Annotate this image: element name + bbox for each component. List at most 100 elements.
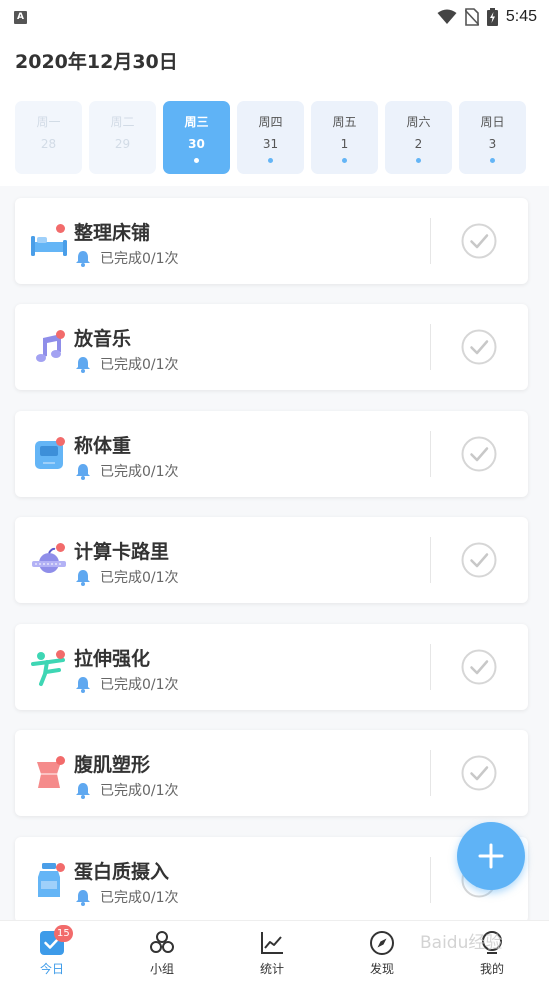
plus-icon (478, 843, 504, 869)
task-card-make-bed[interactable]: 整理床铺 已完成0/1次 (15, 198, 528, 284)
day-thursday[interactable]: 周四 31 (237, 101, 304, 174)
unread-dot (56, 224, 65, 233)
divider (430, 644, 431, 690)
unread-dot (56, 543, 65, 552)
task-progress-text: 已完成0/1次 (100, 783, 179, 799)
unread-dot (56, 437, 65, 446)
check-circle-icon[interactable] (461, 329, 497, 365)
task-progress-text: 已完成0/1次 (100, 251, 179, 267)
divider (430, 537, 431, 583)
divider (430, 431, 431, 477)
check-circle-icon[interactable] (461, 542, 497, 578)
tab-label: 小组 (149, 962, 174, 976)
day-number: 31 (262, 137, 279, 151)
check-circle-icon[interactable] (461, 755, 497, 791)
bell-icon (76, 463, 90, 480)
no-sim-icon (464, 8, 479, 26)
bell-icon (76, 569, 90, 586)
task-card-abs-shaping[interactable]: 腹肌塑形 已完成0/1次 (15, 730, 528, 816)
tab-label: 我的 (479, 962, 504, 976)
check-circle-icon[interactable] (461, 436, 497, 472)
day-monday[interactable]: 周一 28 (15, 101, 82, 174)
header: 2020年12月30日 (0, 34, 549, 90)
tab-label: 发现 (369, 962, 394, 976)
task-title: 蛋白质摄入 (74, 861, 170, 883)
day-friday[interactable]: 周五 1 (311, 101, 378, 174)
notification-badge: 15 (54, 925, 73, 942)
bell-icon (76, 889, 90, 906)
bell-icon (76, 250, 90, 267)
tab-label: 统计 (259, 962, 284, 976)
unread-dot (56, 650, 65, 659)
app-notification-icon: A (14, 10, 27, 24)
task-card-protein-intake[interactable]: 蛋白质摄入 已完成0/1次 (15, 837, 528, 923)
day-name: 周五 (332, 115, 357, 129)
check-circle-icon[interactable] (461, 223, 497, 259)
week-selector: 周一 28 周二 29 周三 30 周四 31 周五 1 周六 2 周日 3 (0, 90, 549, 186)
task-progress: 已完成0/1次 (75, 674, 179, 694)
tab-stats[interactable]: 统计 (217, 921, 327, 983)
check-circle-icon[interactable] (461, 649, 497, 685)
divider (430, 750, 431, 796)
bell-icon (76, 356, 90, 373)
page-title-date[interactable]: 2020年12月30日 (15, 47, 178, 74)
task-title: 称体重 (74, 435, 132, 457)
day-name: 周二 (110, 115, 135, 129)
task-card-stretch[interactable]: 拉伸强化 已完成0/1次 (15, 624, 528, 710)
task-progress: 已完成0/1次 (75, 887, 179, 907)
task-title: 拉伸强化 (74, 648, 151, 670)
task-progress: 已完成0/1次 (75, 248, 179, 268)
add-task-button[interactable] (457, 822, 525, 890)
bell-icon (76, 782, 90, 799)
task-progress-text: 已完成0/1次 (100, 464, 179, 480)
day-number: 28 (40, 137, 57, 151)
day-number: 29 (114, 137, 131, 151)
divider (430, 324, 431, 370)
task-progress-text: 已完成0/1次 (100, 890, 179, 906)
task-progress-text: 已完成0/1次 (100, 570, 179, 586)
task-progress: 已完成0/1次 (75, 567, 179, 587)
day-tuesday[interactable]: 周二 29 (89, 101, 156, 174)
status-bar: A 5:45 (0, 0, 549, 34)
group-icon (150, 931, 174, 953)
bell-icon (76, 676, 90, 693)
day-number: 2 (414, 137, 423, 151)
task-progress-text: 已完成0/1次 (100, 677, 179, 693)
day-number: 30 (188, 137, 205, 151)
battery-icon (486, 8, 498, 26)
tab-group[interactable]: 小组 (107, 921, 217, 983)
task-progress: 已完成0/1次 (75, 461, 179, 481)
task-card-count-calories[interactable]: 计算卡路里 已完成0/1次 (15, 517, 528, 603)
day-task-dot (194, 158, 199, 163)
task-title: 计算卡路里 (74, 541, 170, 563)
day-task-dot (342, 158, 347, 163)
task-progress: 已完成0/1次 (75, 780, 179, 800)
day-number: 3 (488, 137, 497, 151)
watermark: Baidu经验 (420, 933, 503, 953)
stats-chart-icon (261, 932, 283, 954)
tab-today[interactable]: 15 今日 (0, 921, 107, 983)
tab-label: 今日 (39, 962, 64, 976)
day-task-dot (268, 158, 273, 163)
compass-icon (370, 931, 394, 955)
wifi-icon (437, 9, 457, 24)
divider (430, 218, 431, 264)
day-number: 1 (340, 137, 349, 151)
day-wednesday[interactable]: 周三 30 (163, 101, 230, 174)
task-card-weigh[interactable]: 称体重 已完成0/1次 (15, 411, 528, 497)
unread-dot (56, 756, 65, 765)
day-name: 周三 (184, 115, 209, 129)
day-name: 周四 (258, 115, 283, 129)
day-saturday[interactable]: 周六 2 (385, 101, 452, 174)
unread-dot (56, 330, 65, 339)
task-progress-text: 已完成0/1次 (100, 357, 179, 373)
task-title: 放音乐 (74, 328, 132, 350)
task-card-play-music[interactable]: 放音乐 已完成0/1次 (15, 304, 528, 390)
status-time: 5:45 (505, 8, 537, 25)
divider (430, 857, 431, 903)
day-sunday[interactable]: 周日 3 (459, 101, 526, 174)
day-name: 周一 (36, 115, 61, 129)
task-title: 整理床铺 (74, 222, 151, 244)
day-name: 周日 (480, 115, 505, 129)
unread-dot (56, 863, 65, 872)
